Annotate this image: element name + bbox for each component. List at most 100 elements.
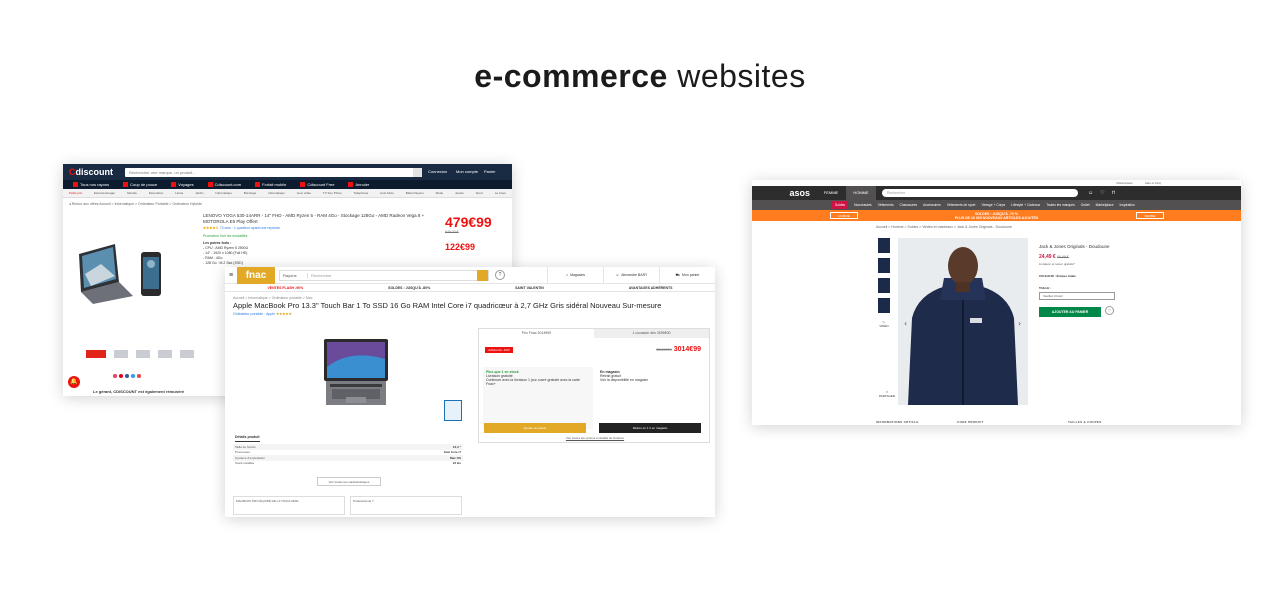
info-box[interactable]: Professionnel ?: [350, 496, 462, 515]
strip-item[interactable]: AVANTAGES ADHÉRENTS: [629, 286, 673, 290]
cd-cat[interactable]: Jardin: [195, 191, 203, 195]
cart-link[interactable]: ⛟ Mon panier: [659, 267, 715, 284]
rating[interactable]: ★★★★☆ 73 avis · 1 question ayant une rép…: [203, 226, 280, 230]
promotion-link[interactable]: Promotion Voir les modalités: [203, 234, 247, 238]
util-link[interactable]: Marketplace: [1116, 181, 1132, 185]
cd-cat[interactable]: Auto Moto: [380, 191, 394, 195]
cd-cat[interactable]: TV Son Photo: [323, 191, 342, 195]
thumb[interactable]: [878, 298, 890, 313]
cd-cart[interactable]: Panier: [484, 170, 506, 174]
stores-link[interactable]: ⌂ Magasins: [547, 267, 603, 284]
cat-item[interactable]: Vintage + Corps: [981, 203, 1005, 207]
share-icon[interactable]: [125, 374, 129, 378]
cd-nav-item[interactable]: Tous nos rayons: [73, 182, 109, 188]
more-specs-button[interactable]: Voir toutes les caractéristiques: [317, 477, 381, 486]
menu-icon[interactable]: ≡: [225, 272, 237, 279]
cd-cat[interactable]: Téléphonie: [353, 191, 368, 195]
promo-women-button[interactable]: FEMME: [1136, 212, 1164, 219]
cat-item[interactable]: Toutes les marques: [1046, 203, 1075, 207]
cd-nav-item[interactable]: Forfait mobile: [255, 182, 286, 188]
sizes-heading[interactable]: TAILLES & COUPES: [1068, 420, 1102, 424]
cd-cat[interactable]: Petits prix: [69, 191, 82, 195]
share-button[interactable]: ⇪ PARTAGER: [876, 390, 898, 398]
cd-cat[interactable]: Bébé Rayons: [406, 191, 424, 195]
strip-item[interactable]: VENTES FLASH -90%: [267, 286, 303, 290]
search-scope[interactable]: Rayons: [280, 272, 308, 278]
cd-cat[interactable]: Jeux vidéo: [297, 191, 311, 195]
thumb[interactable]: [878, 238, 890, 253]
cat-item[interactable]: Lifestyle + Cadeaux: [1011, 203, 1040, 207]
search-input[interactable]: Rechercher: [308, 273, 477, 278]
user-icon[interactable]: ☺: [1088, 190, 1093, 196]
cd-cat[interactable]: Sport: [476, 191, 483, 195]
fnac-logo[interactable]: fnac: [237, 267, 275, 284]
fnac-search[interactable]: Rayons Rechercher: [279, 269, 489, 281]
cd-logo[interactable]: Cdiscount: [69, 167, 119, 177]
cat-item[interactable]: Soldes: [832, 201, 849, 209]
cd-cat[interactable]: Literie: [175, 191, 183, 195]
cd-cat[interactable]: Bricolage: [244, 191, 257, 195]
cat-item[interactable]: Marketplace: [1096, 203, 1114, 207]
cat-item[interactable]: Vêtements de sport: [947, 203, 976, 207]
strip-item[interactable]: SAINT VALENTIN: [515, 286, 544, 290]
tab-men[interactable]: HOMME: [846, 186, 876, 200]
thumb[interactable]: [878, 258, 890, 273]
cd-cat[interactable]: Décoration: [149, 191, 164, 195]
cat-item[interactable]: Vêtements: [878, 203, 894, 207]
bag-icon[interactable]: ⊓: [1112, 190, 1116, 196]
tab-used[interactable]: 1 occasion dès 2695€00: [594, 329, 709, 338]
info-heading[interactable]: INFORMATIONS ARTICLE: [876, 420, 919, 424]
thumb[interactable]: [180, 350, 194, 358]
tab-details[interactable]: Détails produit: [235, 435, 260, 442]
breadcrumb[interactable]: Accueil > Homme > Soldes > Vestes et man…: [752, 221, 1241, 229]
cat-item[interactable]: Chaussures: [899, 203, 917, 207]
search-icon[interactable]: [477, 269, 488, 281]
breadcrumb[interactable]: ◂ Retour aux offres Accueil > Informatiq…: [63, 198, 512, 210]
cd-cat[interactable]: La Cave: [495, 191, 506, 195]
cd-nav-item[interactable]: Voyages: [171, 182, 194, 188]
breadcrumb[interactable]: Accueil > Informatique > Ordinateur port…: [225, 292, 715, 301]
cd-nav-item[interactable]: Cdiscount.com: [207, 182, 241, 188]
share-icon[interactable]: [137, 374, 141, 378]
help-icon[interactable]: ?: [495, 270, 505, 280]
heart-icon[interactable]: ♡: [1100, 190, 1104, 196]
promo-men-button[interactable]: HOMME: [830, 212, 858, 219]
search-input[interactable]: Rechercher: [882, 189, 1078, 197]
tab-fnac-price[interactable]: Prix Fnac 3014€99: [479, 329, 594, 338]
thumb[interactable]: [878, 278, 890, 293]
cat-item[interactable]: Inspiration: [1120, 203, 1135, 207]
cd-cat[interactable]: Mode: [436, 191, 444, 195]
cd-search-input[interactable]: Rechercher une marque, un produit...: [125, 167, 422, 177]
delivery-info[interactable]: Livraison et retour gratuits*: [1039, 262, 1129, 266]
cd-cat[interactable]: Jouets: [455, 191, 464, 195]
cd-cat[interactable]: Meuble: [127, 191, 137, 195]
cd-cat[interactable]: Informatique: [268, 191, 285, 195]
util-link[interactable]: Aide et FAQ: [1145, 181, 1161, 185]
cat-item[interactable]: Accessoires: [923, 203, 941, 207]
strip-item[interactable]: SOLDES : JUSQU'À -80%: [388, 286, 430, 290]
search-icon[interactable]: [413, 167, 422, 177]
tab-women[interactable]: FEMME: [816, 186, 846, 200]
share-icon[interactable]: [131, 374, 135, 378]
all-options-link[interactable]: Voir toutes les options et détails de li…: [479, 436, 711, 440]
cd-cat[interactable]: Electroménager: [94, 191, 115, 195]
cd-account2[interactable]: Mon compte: [456, 170, 478, 174]
asos-logo[interactable]: asos: [752, 188, 816, 198]
cat-item[interactable]: Outlet: [1081, 203, 1090, 207]
size-select[interactable]: Veuillez choisir: [1039, 292, 1115, 300]
cd-cat[interactable]: Informatique: [215, 191, 232, 195]
thumb-lenovo[interactable]: [86, 350, 106, 358]
code-heading[interactable]: CODE PRODUIT: [957, 420, 984, 424]
video-button[interactable]: ▷ VIDÉO: [876, 320, 892, 328]
info-box[interactable]: MACBOOK PRO ÉQUIPÉ DE LA TOUCH BAR: [233, 496, 345, 515]
thumb[interactable]: [158, 350, 172, 358]
thumb[interactable]: [136, 350, 150, 358]
cd-account[interactable]: Connexion: [428, 170, 450, 174]
add-to-cart-button[interactable]: Ajouter au panier: [484, 423, 586, 433]
cd-nav-item[interactable]: Annuler: [348, 182, 369, 188]
cd-nav-item[interactable]: Coup de pouce: [123, 182, 157, 188]
share-icon[interactable]: [119, 374, 123, 378]
store-pickup-button[interactable]: Retirer en 1 h en magasin: [599, 423, 701, 433]
account-link[interactable]: ☺ Alexandre BARY: [603, 267, 659, 284]
cat-item[interactable]: Nouveautés: [854, 203, 872, 207]
